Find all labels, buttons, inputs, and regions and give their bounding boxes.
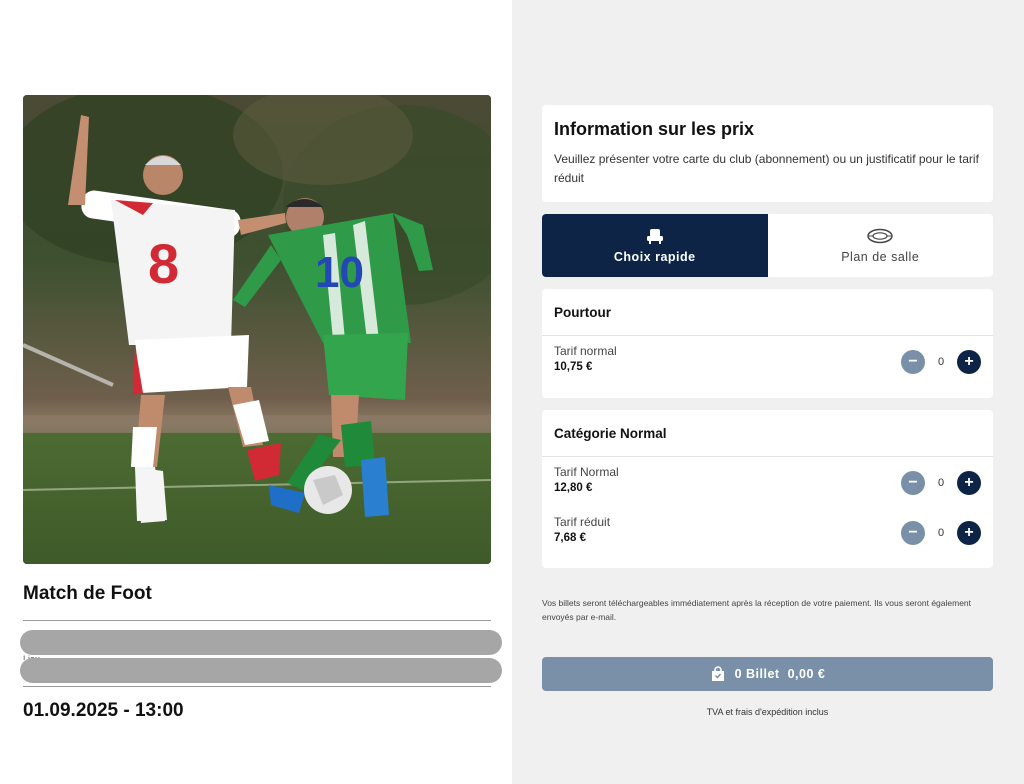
delivery-note: Vos billets seront téléchargeables imméd… — [542, 598, 972, 622]
booking-panel: Information sur les prix Veuillez présen… — [512, 0, 1024, 784]
tab-seat-map-label: Plan de salle — [841, 250, 920, 264]
event-date: 01.09.2025 - 13:00 — [23, 700, 184, 721]
tab-seat-map[interactable]: Plan de salle — [767, 214, 993, 277]
stadium-icon — [867, 227, 893, 245]
decrement-button[interactable]: − — [901, 350, 925, 374]
increment-button[interactable]: + — [957, 350, 981, 374]
decrement-button[interactable]: − — [901, 471, 925, 495]
add-to-cart-button[interactable]: 0 Billet 0,00 € — [542, 657, 993, 691]
tariff-row: Tarif Normal 12,80 € − 0 + — [542, 457, 993, 507]
divider — [23, 686, 491, 687]
ticket-page: 8 10 Match de Foot Lieu 01.09.2025 - 13:… — [0, 0, 1024, 784]
tariff-row: Tarif réduit 7,68 € − 0 + — [542, 507, 993, 557]
pricing-info-card: Information sur les prix Veuillez présen… — [542, 105, 993, 202]
quantity-value: 0 — [937, 477, 945, 489]
loading-placeholder — [20, 630, 502, 655]
category-title: Catégorie Normal — [542, 410, 993, 457]
quantity-value: 0 — [937, 527, 945, 539]
quantity-value: 0 — [937, 356, 945, 368]
increment-button[interactable]: + — [957, 471, 981, 495]
home-jersey-number: 8 — [148, 232, 179, 295]
tax-note: TVA et frais d'expédition inclus — [706, 707, 829, 717]
event-panel: 8 10 Match de Foot Lieu 01.09.2025 - 13:… — [0, 0, 512, 784]
category-card: Pourtour Tarif normal 10,75 € − 0 + — [542, 289, 993, 398]
divider — [23, 620, 491, 621]
shopping-bag-icon — [710, 666, 726, 682]
event-photo: 8 10 — [23, 95, 491, 564]
away-jersey-number: 10 — [315, 248, 364, 297]
seat-selection-tabs: Choix rapide Plan de salle — [542, 214, 993, 277]
seat-icon — [646, 227, 664, 245]
quantity-stepper: − 0 + — [901, 471, 981, 495]
increment-button[interactable]: + — [957, 521, 981, 545]
decrement-button[interactable]: − — [901, 521, 925, 545]
quantity-stepper: − 0 + — [901, 521, 981, 545]
loading-placeholder — [20, 658, 502, 683]
category-card: Catégorie Normal Tarif Normal 12,80 € − … — [542, 410, 993, 568]
pricing-info-title: Information sur les prix — [554, 119, 755, 139]
tab-quick-choice-label: Choix rapide — [613, 250, 696, 264]
football-match-image: 8 10 — [23, 95, 491, 564]
tab-quick-choice[interactable]: Choix rapide — [542, 214, 768, 277]
tariff-row: Tarif normal 10,75 € − 0 + — [542, 336, 993, 386]
pricing-info-text: Veuillez présenter votre carte du club (… — [554, 152, 979, 185]
quantity-stepper: − 0 + — [901, 350, 981, 374]
category-title: Pourtour — [542, 289, 993, 336]
event-title: Match de Foot — [23, 583, 152, 604]
cart-count: 0 Billet — [734, 667, 780, 681]
cart-total: 0,00 € — [787, 667, 826, 681]
